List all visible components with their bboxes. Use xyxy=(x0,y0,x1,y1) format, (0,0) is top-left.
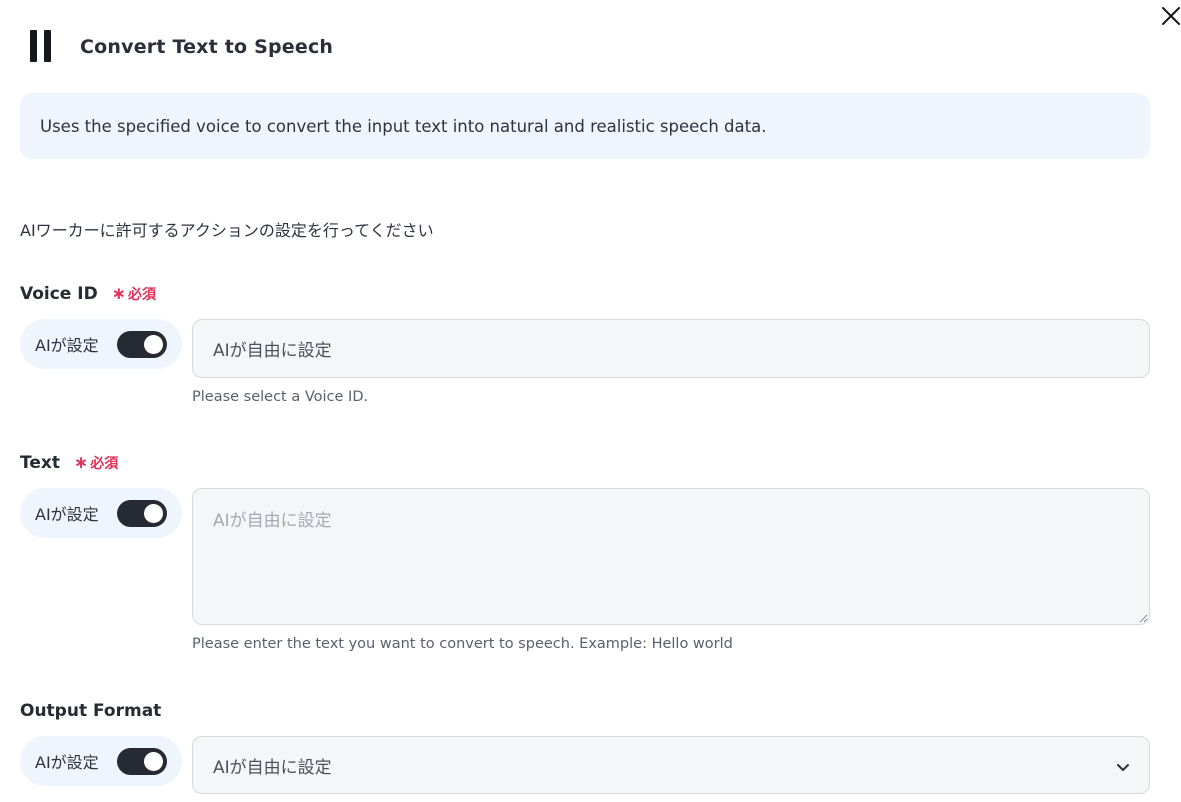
text-label-text: Text xyxy=(20,453,60,473)
required-text: 必須 xyxy=(127,287,156,303)
voice-id-ai-toggle[interactable] xyxy=(117,331,167,358)
instruction-text: AIワーカーに許可するアクションの設定を行ってください xyxy=(20,221,434,240)
output-format-label-text: Output Format xyxy=(20,701,162,721)
voice-id-value: AIが自由に設定 xyxy=(213,341,332,361)
text-textarea[interactable] xyxy=(192,488,1150,625)
close-button[interactable] xyxy=(1159,4,1181,28)
close-icon xyxy=(1162,7,1180,25)
chevron-down-icon xyxy=(1117,764,1129,771)
ai-toggle-label: AIが設定 xyxy=(35,753,99,772)
output-format-ai-pill: AIが設定 xyxy=(20,736,182,786)
ai-toggle-label: AIが設定 xyxy=(35,336,99,355)
required-text: 必須 xyxy=(90,456,119,472)
toggle-knob xyxy=(144,752,163,771)
output-format-select[interactable]: AIが自由に設定 xyxy=(192,736,1150,794)
description-text: Uses the specified voice to convert the … xyxy=(40,116,767,136)
text-ai-toggle[interactable] xyxy=(117,500,167,527)
text-helper: Please enter the text you want to conver… xyxy=(192,636,733,652)
toggle-knob xyxy=(144,335,163,354)
text-ai-pill: AIが設定 xyxy=(20,488,182,538)
pause-logo-icon xyxy=(30,30,54,64)
voice-id-ai-pill: AIが設定 xyxy=(20,319,182,369)
required-badge: ∗ 必須 xyxy=(112,284,156,304)
text-textarea-wrap xyxy=(192,488,1150,625)
output-format-ai-toggle[interactable] xyxy=(117,748,167,775)
page-title: Convert Text to Speech xyxy=(80,36,334,58)
ai-toggle-label: AIが設定 xyxy=(35,505,99,524)
text-label: Text ∗ 必須 xyxy=(20,453,118,473)
voice-id-helper: Please select a Voice ID. xyxy=(192,389,369,405)
required-star-icon: ∗ xyxy=(111,284,126,304)
output-format-label: Output Format xyxy=(20,701,161,721)
voice-id-label: Voice ID ∗ 必須 xyxy=(20,284,156,304)
description-box: Uses the specified voice to convert the … xyxy=(20,93,1150,159)
required-star-icon: ∗ xyxy=(73,453,89,473)
header: Convert Text to Speech xyxy=(30,30,333,64)
modal-page: Convert Text to Speech Uses the specifie… xyxy=(0,0,1181,802)
required-badge: ∗ 必須 xyxy=(74,453,118,473)
voice-id-label-text: Voice ID xyxy=(20,284,98,304)
voice-id-input[interactable]: AIが自由に設定 xyxy=(192,319,1150,378)
toggle-knob xyxy=(144,504,163,523)
output-format-value: AIが自由に設定 xyxy=(213,757,332,778)
resize-grip-icon[interactable] xyxy=(1138,613,1148,623)
